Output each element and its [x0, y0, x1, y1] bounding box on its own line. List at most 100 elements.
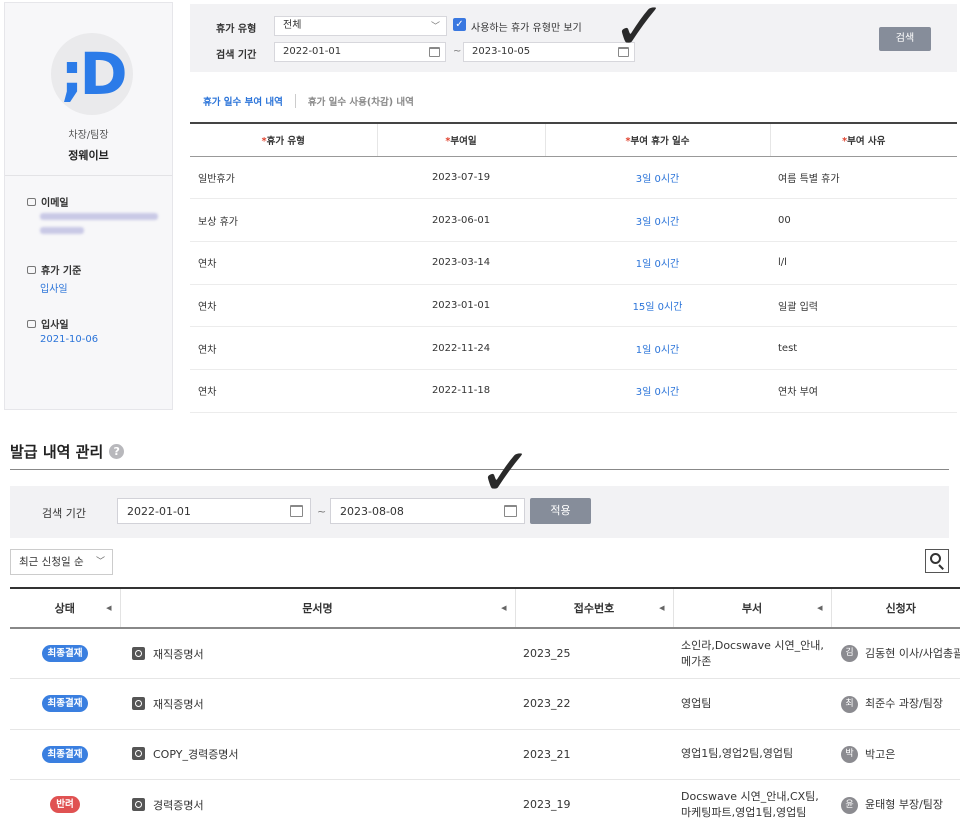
- issue-table: 상태 ◀ 문서명 ◀ 접수번호 ◀ 부서 ◀ 신청자 최종결재 재직증명서 2023_25 소…: [10, 587, 960, 826]
- search-icon-button[interactable]: [925, 549, 949, 573]
- table-row[interactable]: 최종결재 재직증명서 2023_25 소인라,Docswave 시연_안내, 메가존 김 김…: [10, 628, 960, 679]
- search-button[interactable]: 검색: [879, 27, 931, 51]
- period-label: 검색 기간: [216, 50, 257, 61]
- table-row[interactable]: 반려 경력증명서 2023_19 Docswave 시연_안내,CX팀, 마케팅파트,영…: [10, 779, 960, 826]
- page-title: 발급 내역 관리: [10, 443, 104, 461]
- calendar-icon: [27, 265, 36, 274]
- globe-doc-icon: [132, 646, 145, 660]
- table-row: 일반휴가 2023-07-19 3일 0시간 여름 특별 휴가: [190, 156, 957, 200]
- requester-name: 박고은: [865, 747, 896, 761]
- date-to-input[interactable]: 2023-10-05: [463, 42, 635, 62]
- document-name: 재직증명서: [153, 697, 204, 711]
- chevron-down-icon: ﹀: [95, 557, 105, 567]
- cell-department: 소인라,Docswave 시연_안내, 메가존: [673, 628, 831, 679]
- cell-days-link[interactable]: 3일 0시간: [545, 369, 770, 413]
- sort-order-select[interactable]: 최근 신청일 순 ﹀: [10, 549, 113, 575]
- email-value-blurred-2: [40, 227, 84, 234]
- cell-document[interactable]: 경력증명서: [120, 779, 515, 826]
- join-date-value: 2021-10-06: [40, 334, 99, 345]
- issue-period-label: 검색 기간: [42, 507, 86, 520]
- avatar: 최: [841, 695, 858, 713]
- tab-usage-history[interactable]: 휴가 일수 사용(차감) 내역: [308, 94, 426, 108]
- calendar-icon[interactable]: [429, 47, 440, 57]
- apply-button[interactable]: 적용: [530, 498, 591, 524]
- cell-reason: 여름 특별 휴가: [770, 156, 957, 200]
- checkmark-annotation-icon: ✓: [612, 0, 668, 65]
- cell-type: 연차: [190, 241, 377, 285]
- cell-department: Docswave 시연_안내,CX팀, 마케팅파트,영업1팀,영업팀: [673, 779, 831, 826]
- cell-days-link[interactable]: 1일 0시간: [545, 326, 770, 370]
- avatar: ;D: [51, 33, 133, 115]
- vacation-search-panel: 휴가 유형 전체 ﹀ ✓ 사용하는 휴가 유형만 보기 검색 기간 2022-0…: [190, 4, 957, 72]
- table-row: 보상 휴가 2023-06-01 3일 0시간 00: [190, 198, 957, 242]
- cell-reason: 00: [770, 198, 957, 242]
- table-row: 연차 2023-03-14 1일 0시간 l/l: [190, 241, 957, 285]
- cell-type: 연차: [190, 369, 377, 413]
- cell-department: 영업팀: [673, 678, 831, 730]
- status-badge: 반려: [50, 796, 80, 814]
- cell-status: 최종결재: [10, 678, 120, 730]
- cell-date: 2023-07-19: [377, 156, 545, 200]
- cell-receipt-no: 2023_21: [515, 729, 673, 780]
- cell-document[interactable]: 재직증명서: [120, 628, 515, 679]
- cell-requester: 박 박고은: [831, 729, 960, 780]
- dept-line: Docswave 시연_안내,CX팀,: [681, 789, 819, 803]
- status-badge: 최종결재: [41, 745, 89, 763]
- cell-requester: 최 최준수 과장/팀장: [831, 678, 960, 730]
- tab-grant-history[interactable]: 휴가 일수 부여 내역: [203, 94, 296, 108]
- cell-receipt-no: 2023_22: [515, 678, 673, 730]
- issue-date-from-input[interactable]: 2022-01-01: [117, 498, 311, 524]
- vacation-basis-label: 휴가 기준: [27, 262, 81, 277]
- col-grant-days: *부여 휴가 일수: [544, 122, 770, 157]
- col-receipt-no[interactable]: 접수번호 ◀: [514, 587, 673, 629]
- cell-receipt-no: 2023_19: [515, 779, 673, 826]
- sort-arrow-icon: ◀: [501, 604, 507, 612]
- col-document[interactable]: 문서명 ◀: [119, 587, 515, 629]
- cell-date: 2022-11-24: [377, 326, 545, 370]
- cell-days-link[interactable]: 3일 0시간: [545, 156, 770, 200]
- cell-days-link[interactable]: 1일 0시간: [545, 241, 770, 285]
- only-used-checkbox[interactable]: ✓: [453, 18, 466, 31]
- cell-status: 반려: [10, 779, 120, 826]
- document-name: 경력증명서: [153, 798, 204, 812]
- sort-arrow-icon: ◀: [106, 604, 112, 612]
- date-from-input[interactable]: 2022-01-01: [274, 42, 446, 62]
- profile-rank: 차장/팀장: [68, 130, 109, 141]
- cell-status: 최종결재: [10, 729, 120, 780]
- calendar-icon[interactable]: [290, 505, 303, 517]
- table-row[interactable]: 최종결재 재직증명서 2023_22 영업팀 최 최준수 과장/팀장: [10, 678, 960, 730]
- email-label: 이메일: [27, 194, 69, 209]
- cell-type: 보상 휴가: [190, 198, 377, 242]
- date-range-tilde: ~: [453, 46, 462, 57]
- cell-document[interactable]: 재직증명서: [120, 678, 515, 730]
- cell-department: 영업1팀,영업2팀,영업팀: [673, 729, 831, 780]
- cell-requester: 김 김동현 이사/사업총괄: [831, 628, 960, 679]
- requester-name: 김동현 이사/사업총괄: [865, 646, 960, 660]
- cell-reason: 연차 부여: [770, 369, 957, 413]
- col-status[interactable]: 상태 ◀: [10, 587, 120, 629]
- col-requester[interactable]: 신청자: [830, 587, 960, 629]
- checkmark-annotation-icon: ✓: [478, 434, 534, 511]
- dept-line: 영업팀: [681, 696, 712, 710]
- cell-date: 2023-03-14: [377, 241, 545, 285]
- cell-days-link[interactable]: 3일 0시간: [545, 198, 770, 242]
- table-row[interactable]: 최종결재 COPY_경력증명서 2023_21 영업1팀,영업2팀,영업팀 박 박고은: [10, 729, 960, 780]
- cell-receipt-no: 2023_25: [515, 628, 673, 679]
- cell-days-link[interactable]: 15일 0시간: [545, 284, 770, 328]
- dept-line: 마케팅파트,영업1팀,영업팀: [681, 805, 807, 819]
- help-icon[interactable]: ?: [109, 444, 125, 459]
- chevron-down-icon: ﹀: [430, 22, 440, 32]
- table-row: 연차 2023-01-01 15일 0시간 일괄 입력: [190, 284, 957, 328]
- table-row: 연차 2022-11-24 1일 0시간 test: [190, 326, 957, 370]
- col-department[interactable]: 부서 ◀: [672, 587, 831, 629]
- cell-requester: 윤 윤태형 부장/팀장: [831, 779, 960, 826]
- vacation-type-select[interactable]: 전체 ﹀: [274, 16, 447, 36]
- cell-document[interactable]: COPY_경력증명서: [120, 729, 515, 780]
- dept-line: 영업1팀,영업2팀,영업팀: [681, 747, 794, 761]
- join-date-label: 입사일: [27, 316, 69, 331]
- avatar: 김: [841, 645, 858, 663]
- issue-table-header: 상태 ◀ 문서명 ◀ 접수번호 ◀ 부서 ◀ 신청자: [10, 587, 960, 629]
- document-name: COPY_경력증명서: [153, 748, 239, 762]
- col-grant-reason: *부여 사유: [769, 122, 957, 157]
- grant-table-header: *휴가 유형 *부여일 *부여 휴가 일수 *부여 사유: [190, 122, 957, 157]
